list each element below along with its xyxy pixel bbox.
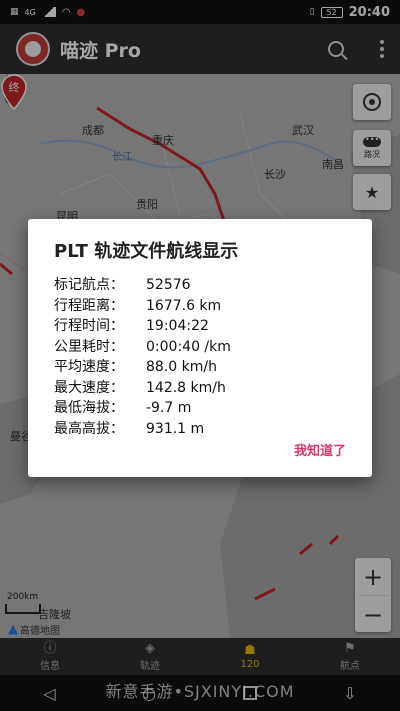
- row-label: 行程时间：: [54, 318, 124, 334]
- dialog-row: 平均速度： 88.0 km/h: [54, 357, 346, 378]
- row-value: 1677.6 km: [146, 297, 222, 314]
- dismiss-button[interactable]: 我知道了: [294, 440, 346, 459]
- dialog-row: 行程时间： 19:04:22: [54, 316, 346, 337]
- row-value: 142.8 km/h: [146, 379, 226, 396]
- row-label: 公里耗时：: [54, 338, 124, 355]
- dialog-row: 公里耗时： 0:00:40 /km: [54, 337, 346, 358]
- row-value: -9.7 m: [146, 400, 192, 416]
- dialog-title: PLT 轨迹文件航线显示: [54, 241, 239, 262]
- track-info-dialog: PLT 轨迹文件航线显示 标记航点： 52576 行程距离： 1677.6 km…: [28, 219, 372, 477]
- row-label: 最低海拔：: [54, 400, 124, 416]
- row-label: 最高高拔：: [54, 420, 124, 437]
- dialog-row: 最低海拔： -9.7 m: [54, 398, 346, 419]
- row-value: 0:00:40 /km: [146, 338, 231, 355]
- dialog-row: 标记航点： 52576: [54, 275, 346, 296]
- dialog-row: 最高高拔： 931.1 m: [54, 419, 346, 440]
- dialog-row: 行程距离： 1677.6 km: [54, 296, 346, 317]
- row-value: 52576: [146, 277, 191, 293]
- row-value: 88.0 km/h: [146, 359, 217, 375]
- dialog-row: 最大速度： 142.8 km/h: [54, 378, 346, 399]
- row-value: 19:04:22: [146, 318, 209, 334]
- row-label: 行程距离：: [54, 297, 124, 314]
- row-value: 931.1 m: [146, 420, 205, 437]
- row-label: 平均速度：: [54, 359, 124, 375]
- row-label: 最大速度：: [54, 379, 124, 396]
- row-label: 标记航点：: [54, 277, 124, 293]
